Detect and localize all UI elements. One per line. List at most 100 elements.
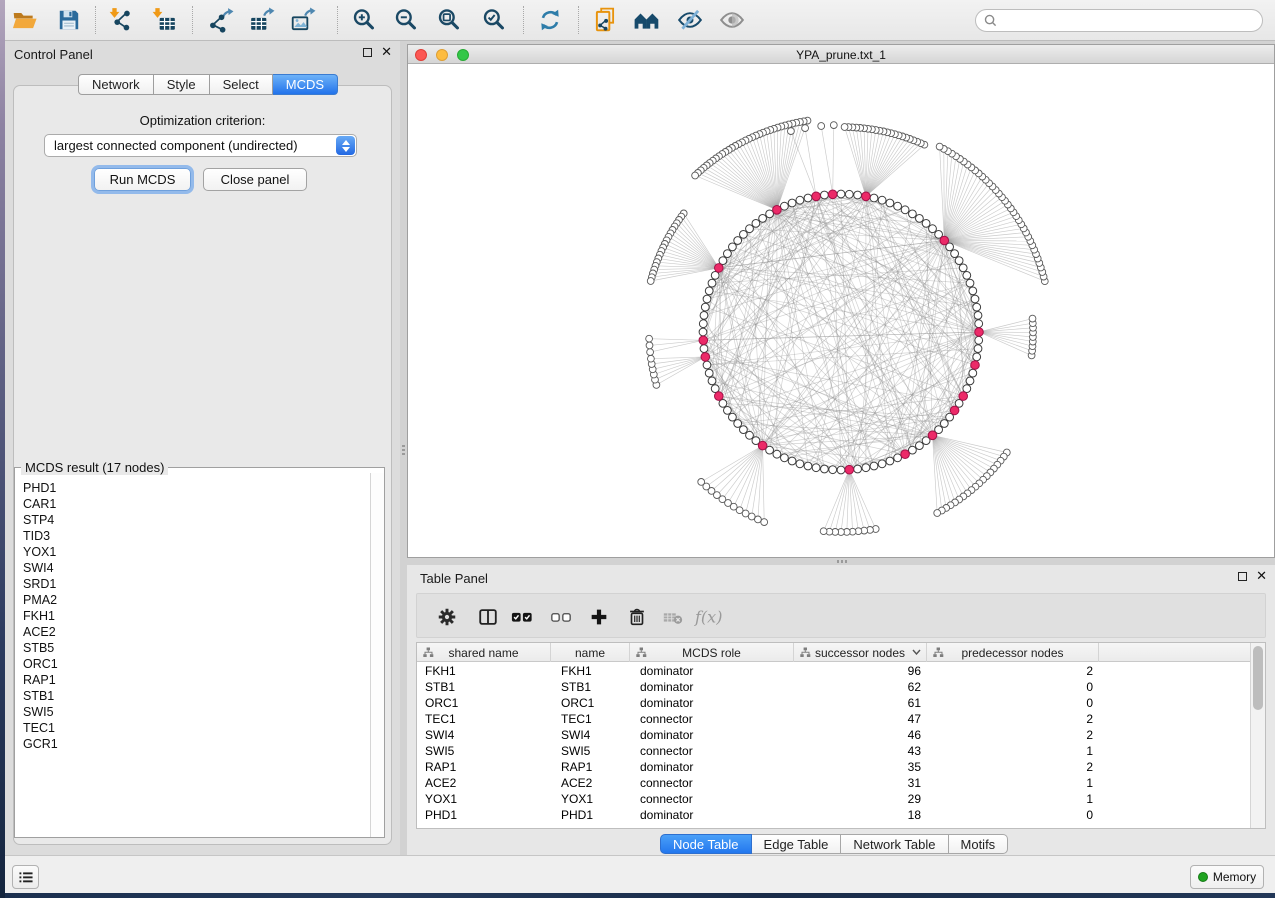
zoom-selected-button[interactable] [477, 3, 511, 37]
column-header-shared-name[interactable]: shared name [417, 643, 551, 662]
table-cell: ACE2 [417, 775, 551, 791]
table-cell: 1 [927, 743, 1099, 759]
table-row[interactable]: FKH1FKH1dominator962 [417, 663, 1251, 679]
table-row[interactable]: YOX1YOX1connector291 [417, 791, 1251, 807]
table-settings-button[interactable] [430, 600, 464, 633]
network-view-titlebar[interactable]: YPA_prune.txt_1 [408, 45, 1274, 64]
mcds-result-item[interactable]: PMA2 [23, 592, 369, 608]
export-network-button[interactable] [204, 3, 238, 37]
search-input[interactable] [1002, 14, 1254, 28]
table-cell: 35 [794, 759, 927, 775]
mcds-result-item[interactable]: SWI5 [23, 704, 369, 720]
scrollbar-thumb[interactable] [1253, 646, 1263, 710]
table-row[interactable]: ORC1ORC1dominator610 [417, 695, 1251, 711]
control-tab-select[interactable]: Select [210, 74, 273, 95]
mcds-result-item[interactable]: STB1 [23, 688, 369, 704]
memory-label: Memory [1213, 870, 1256, 884]
column-header-name[interactable]: name [551, 643, 630, 662]
save-session-button[interactable] [52, 3, 86, 37]
mcds-result-item[interactable]: SWI4 [23, 560, 369, 576]
task-history-button[interactable] [12, 865, 39, 889]
table-cell: 2 [927, 727, 1099, 743]
control-tab-network[interactable]: Network [78, 74, 154, 95]
criterion-select[interactable]: largest connected component (undirected) [44, 134, 357, 157]
column-header-successor-nodes[interactable]: successor nodes [794, 643, 927, 662]
vertical-splitter[interactable] [400, 41, 407, 855]
column-header-predecessor-nodes[interactable]: predecessor nodes [927, 643, 1099, 662]
mcds-result-item[interactable]: CAR1 [23, 496, 369, 512]
float-panel-icon[interactable] [1238, 572, 1247, 581]
mcds-result-item[interactable]: ACE2 [23, 624, 369, 640]
mcds-result-item[interactable]: ORC1 [23, 656, 369, 672]
table-row[interactable]: TEC1TEC1connector472 [417, 711, 1251, 727]
horizontal-splitter[interactable] [407, 558, 1275, 565]
control-tab-mcds[interactable]: MCDS [273, 74, 338, 95]
delete-table-button[interactable] [656, 600, 690, 633]
clone-network-button[interactable] [588, 3, 622, 37]
show-eye-button[interactable] [715, 3, 749, 37]
mcds-result-item[interactable]: PHD1 [23, 480, 369, 496]
table-tab-motifs[interactable]: Motifs [949, 834, 1009, 854]
deselect-all-rows-button[interactable] [544, 600, 578, 633]
mcds-result-item[interactable]: RAP1 [23, 672, 369, 688]
table-scrollbar[interactable] [1250, 643, 1265, 828]
zoom-in-button[interactable] [347, 3, 381, 37]
export-table-button[interactable] [245, 3, 279, 37]
select-all-rows-button[interactable] [505, 600, 539, 633]
column-label: shared name [448, 646, 518, 660]
mcds-result-item[interactable]: GCR1 [23, 736, 369, 752]
mcds-result-item[interactable]: TID3 [23, 528, 369, 544]
zoom-fit-button[interactable] [432, 3, 466, 37]
mcds-result-item[interactable]: TEC1 [23, 720, 369, 736]
table-cell: 2 [927, 711, 1099, 727]
open-session-button[interactable] [7, 3, 41, 37]
memory-button[interactable]: Memory [1190, 865, 1264, 889]
mcds-result-list[interactable]: PHD1CAR1STP4TID3YOX1SWI4SRD1PMA2FKH1ACE2… [16, 480, 369, 836]
column-header-mcds-role[interactable]: MCDS role [630, 643, 794, 662]
close-panel-button[interactable]: Close panel [203, 168, 307, 191]
table-tab-node-table[interactable]: Node Table [660, 834, 752, 854]
mcds-result-scrollbar[interactable] [370, 473, 384, 837]
mcds-result-item[interactable]: STB5 [23, 640, 369, 656]
table-cell: 47 [794, 711, 927, 727]
table-cell: TEC1 [551, 711, 630, 727]
mcds-result-item[interactable]: FKH1 [23, 608, 369, 624]
close-panel-icon[interactable]: ✕ [381, 47, 392, 57]
table-row[interactable]: PHD1PHD1dominator180 [417, 807, 1251, 823]
mcds-result-item[interactable]: SRD1 [23, 576, 369, 592]
mcds-result-item[interactable]: YOX1 [23, 544, 369, 560]
export-image-button[interactable] [286, 3, 320, 37]
table-cell: RAP1 [417, 759, 551, 775]
run-mcds-button[interactable]: Run MCDS [94, 168, 191, 191]
table-row[interactable]: ACE2ACE2connector311 [417, 775, 1251, 791]
table-row[interactable]: RAP1RAP1dominator352 [417, 759, 1251, 775]
split-table-view-button[interactable] [471, 600, 505, 633]
table-cell: PHD1 [551, 807, 630, 823]
delete-columns-button[interactable] [620, 600, 654, 633]
close-panel-icon[interactable]: ✕ [1256, 571, 1267, 581]
apply-layout-button[interactable] [533, 3, 567, 37]
network-home-button[interactable] [630, 3, 664, 37]
network-canvas[interactable] [408, 64, 1274, 557]
control-panel-tabs: NetworkStyleSelectMCDS [78, 74, 338, 95]
zoom-out-button[interactable] [389, 3, 423, 37]
hide-eye-button[interactable] [673, 3, 707, 37]
create-column-button[interactable] [582, 600, 616, 633]
table-tab-network-table[interactable]: Network Table [841, 834, 948, 854]
table-row[interactable]: STB1STB1dominator620 [417, 679, 1251, 695]
function-builder-button[interactable]: f(x) [693, 600, 727, 633]
criterion-label: Optimization criterion: [5, 113, 400, 128]
float-panel-icon[interactable] [363, 48, 372, 57]
table-panel-title: Table Panel [420, 571, 488, 586]
table-row[interactable]: SWI4SWI4dominator462 [417, 727, 1251, 743]
mcds-result-item[interactable]: STP4 [23, 512, 369, 528]
table-cell: dominator [630, 663, 794, 679]
import-table-button[interactable] [147, 3, 181, 37]
toolbar-separator [337, 6, 338, 34]
table-row[interactable]: SWI5SWI5connector431 [417, 743, 1251, 759]
import-network-button[interactable] [104, 3, 138, 37]
table-tab-edge-table[interactable]: Edge Table [752, 834, 842, 854]
mcds-result-title: MCDS result (17 nodes) [21, 460, 168, 475]
control-tab-style[interactable]: Style [154, 74, 210, 95]
table-toolbar: f(x) [416, 593, 1266, 638]
